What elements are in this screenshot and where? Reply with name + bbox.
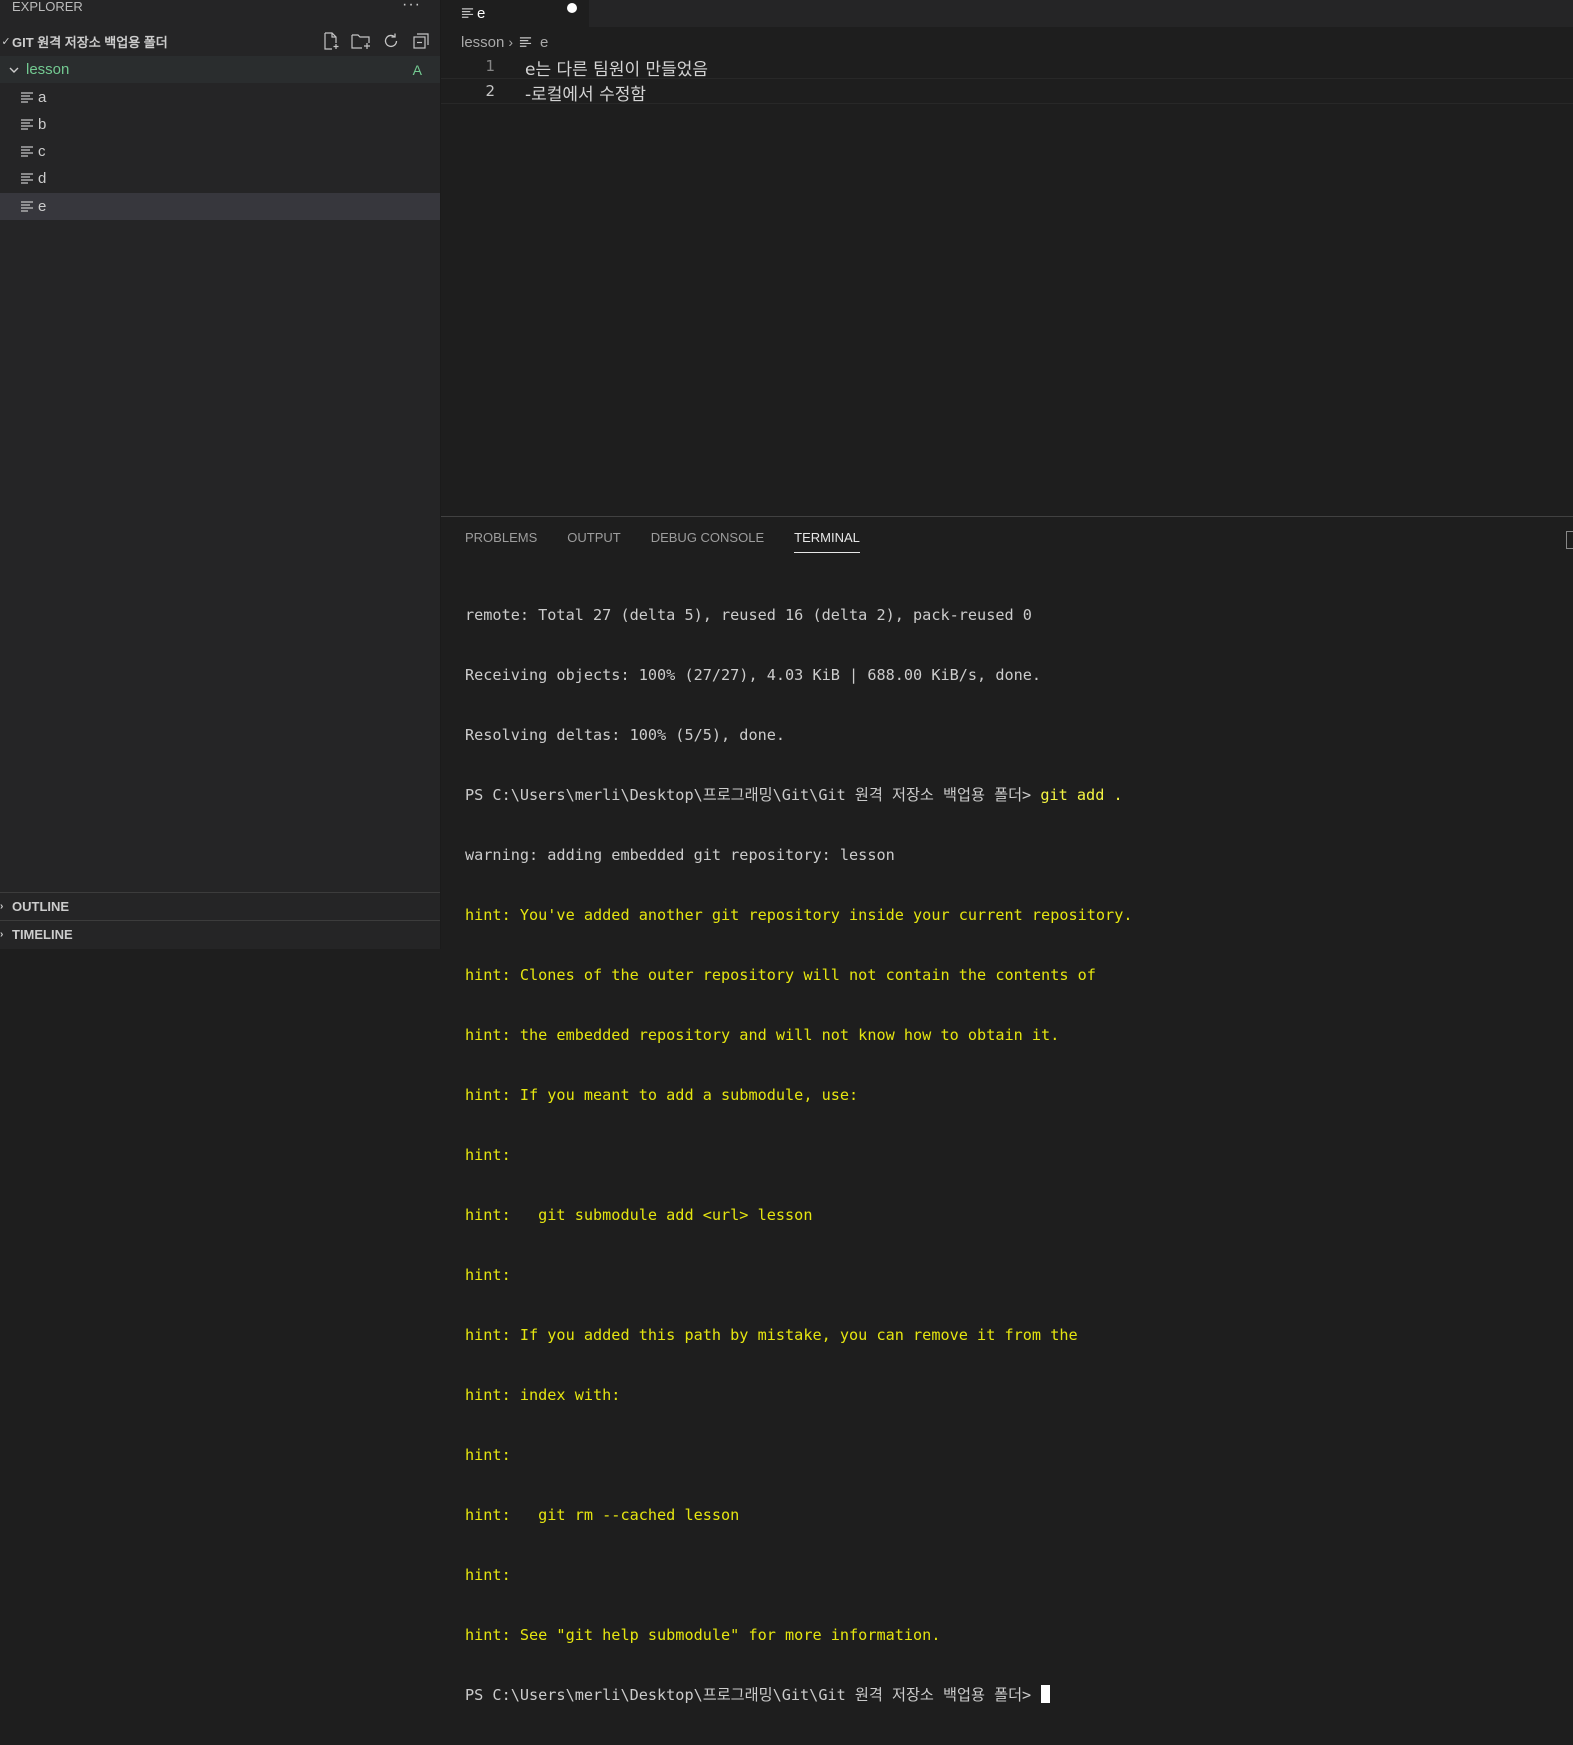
terminal-line: Resolving deltas: 100% (5/5), done. bbox=[465, 726, 786, 744]
terminal-prompt: PS C:\Users\merli\Desktop\프로그래밍\Git\Git … bbox=[465, 1686, 1041, 1704]
explorer-sidebar: EXPLORER ··· ✓ GIT 원격 저장소 백업용 폴더 lesson … bbox=[0, 0, 441, 949]
file-item-c[interactable]: c bbox=[0, 138, 440, 165]
text-file-icon bbox=[519, 36, 532, 49]
folder-label: lesson bbox=[26, 61, 70, 78]
file-label: b bbox=[38, 116, 47, 133]
text-file-icon bbox=[20, 118, 38, 132]
folder-lesson[interactable]: lesson A bbox=[0, 56, 440, 83]
file-item-d[interactable]: d bbox=[0, 165, 440, 192]
line-text: e는 다른 팀원이 만들었음 bbox=[525, 60, 709, 80]
explorer-title: EXPLORER bbox=[12, 0, 83, 14]
chevron-right-icon: › bbox=[508, 34, 514, 50]
terminal-hint: hint: See "git help submodule" for more … bbox=[465, 1626, 941, 1644]
section-label: TIMELINE bbox=[12, 926, 73, 942]
text-file-icon bbox=[20, 145, 38, 159]
tab-label: e bbox=[477, 5, 486, 22]
terminal-line: Receiving objects: 100% (27/27), 4.03 Ki… bbox=[465, 666, 1042, 684]
file-label: c bbox=[38, 143, 46, 160]
chevron-down-icon: ✓ bbox=[1, 35, 11, 48]
file-item-b[interactable]: b bbox=[0, 111, 440, 138]
file-label: d bbox=[38, 170, 47, 187]
line-number: 2 bbox=[485, 82, 495, 100]
terminal-hint: hint: bbox=[465, 1446, 511, 1464]
text-file-icon bbox=[461, 7, 477, 20]
text-file-icon bbox=[20, 172, 38, 186]
outline-section[interactable]: › OUTLINE bbox=[0, 892, 440, 919]
breadcrumb-folder[interactable]: lesson bbox=[461, 34, 504, 51]
chevron-right-icon: › bbox=[0, 900, 4, 912]
terminal-cursor[interactable] bbox=[1041, 1685, 1051, 1703]
breadcrumb-file[interactable]: e bbox=[540, 34, 548, 51]
panel-action-icon[interactable] bbox=[1566, 531, 1573, 549]
file-item-e[interactable]: e bbox=[0, 193, 440, 220]
terminal-prompt: PS C:\Users\merli\Desktop\프로그래밍\Git\Git … bbox=[465, 786, 1041, 804]
terminal-hint: hint: git submodule add <url> lesson bbox=[465, 1206, 813, 1224]
panel-tabs: PROBLEMS OUTPUT DEBUG CONSOLE TERMINAL bbox=[465, 530, 860, 553]
collapse-all-icon[interactable] bbox=[410, 31, 432, 51]
terminal-hint: hint: If you added this path by mistake,… bbox=[465, 1326, 1078, 1344]
timeline-section[interactable]: › TIMELINE bbox=[0, 920, 440, 947]
terminal-final-prompt-line: PS C:\Users\merli\Desktop\프로그래밍\Git\Git … bbox=[465, 1685, 1133, 1705]
tab-problems[interactable]: PROBLEMS bbox=[465, 530, 537, 553]
refresh-icon[interactable] bbox=[380, 31, 402, 51]
terminal-hint: hint: bbox=[465, 1566, 511, 1584]
terminal-hint: hint: the embedded repository and will n… bbox=[465, 1026, 1060, 1044]
unsaved-dot-icon[interactable] bbox=[567, 3, 577, 13]
terminal-hint: hint: If you meant to add a submodule, u… bbox=[465, 1086, 859, 1104]
tab-debug-console[interactable]: DEBUG CONSOLE bbox=[651, 530, 764, 553]
terminal-prompt-line: PS C:\Users\merli\Desktop\프로그래밍\Git\Git … bbox=[465, 785, 1133, 805]
line-text: -로컬에서 수정함 bbox=[525, 85, 647, 105]
bottom-panel: PROBLEMS OUTPUT DEBUG CONSOLE TERMINAL r… bbox=[441, 516, 1573, 1704]
breadcrumb: lesson › e bbox=[461, 31, 548, 53]
terminal-hint: hint: index with: bbox=[465, 1386, 621, 1404]
chevron-right-icon: › bbox=[0, 928, 4, 940]
tab-output[interactable]: OUTPUT bbox=[567, 530, 620, 553]
terminal-warning: warning: adding embedded git repository:… bbox=[465, 846, 895, 864]
terminal-hint: hint: git rm --cached lesson bbox=[465, 1506, 740, 1524]
folder-actions bbox=[320, 31, 432, 51]
git-added-badge: A bbox=[412, 61, 422, 78]
terminal-hint: hint: bbox=[465, 1266, 511, 1284]
line-number: 1 bbox=[485, 57, 495, 75]
text-file-icon bbox=[20, 200, 38, 214]
section-label: OUTLINE bbox=[12, 898, 70, 914]
tab-e[interactable]: e bbox=[441, 0, 589, 27]
terminal-hint: hint: bbox=[465, 1146, 511, 1164]
terminal-hint: hint: Clones of the outer repository wil… bbox=[465, 966, 1096, 984]
terminal-output[interactable]: remote: Total 27 (delta 5), reused 16 (d… bbox=[465, 565, 1133, 1745]
workspace-folder-header[interactable]: ✓ GIT 원격 저장소 백업용 폴더 bbox=[0, 28, 440, 54]
chevron-down-icon bbox=[8, 64, 26, 76]
terminal-command: git add . bbox=[1040, 786, 1123, 804]
editor-tab-bar: e bbox=[441, 0, 1573, 27]
new-file-icon[interactable] bbox=[320, 31, 342, 51]
terminal-hint: hint: You've added another git repositor… bbox=[465, 906, 1133, 924]
terminal-line: remote: Total 27 (delta 5), reused 16 (d… bbox=[465, 606, 1032, 624]
text-file-icon bbox=[20, 91, 38, 105]
more-actions-icon[interactable]: ··· bbox=[402, 0, 421, 14]
workspace-folder-name: GIT 원격 저장소 백업용 폴더 bbox=[12, 34, 168, 50]
tab-terminal[interactable]: TERMINAL bbox=[794, 530, 860, 553]
editor-line-current[interactable]: 2 -로컬에서 수정함 bbox=[441, 78, 1573, 105]
editor-line[interactable]: 1 e는 다른 팀원이 만들었음 bbox=[441, 54, 1573, 80]
new-folder-icon[interactable] bbox=[350, 31, 372, 51]
file-label: e bbox=[38, 198, 47, 215]
file-item-a[interactable]: a bbox=[0, 84, 440, 111]
file-label: a bbox=[38, 89, 47, 106]
